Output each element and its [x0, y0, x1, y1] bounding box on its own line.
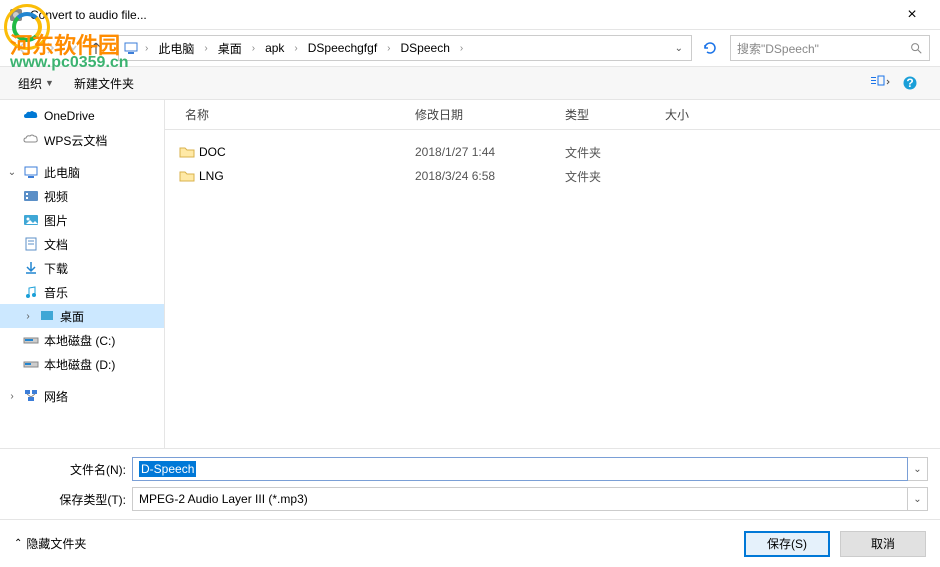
- filename-label: 文件名(N):: [12, 461, 132, 478]
- svg-text:?: ?: [906, 76, 913, 90]
- wps-icon: [22, 132, 40, 148]
- bottom-panel: 文件名(N): D-Speech ⌄ 保存类型(T): MPEG-2 Audio…: [0, 448, 940, 511]
- refresh-button[interactable]: [702, 40, 726, 56]
- sidebar-item-pictures[interactable]: 图片: [0, 208, 164, 232]
- titlebar: Convert to audio file... ×: [0, 0, 940, 30]
- column-type[interactable]: 类型: [565, 106, 665, 123]
- desktop-icon: [38, 308, 56, 324]
- network-icon: [22, 388, 40, 404]
- column-size[interactable]: 大小: [665, 106, 745, 123]
- chevron-up-icon: ⌃: [14, 538, 22, 549]
- pc-icon: [22, 164, 40, 180]
- filetype-dropdown[interactable]: ⌄: [908, 487, 928, 511]
- forward-button[interactable]: [38, 36, 62, 60]
- hide-folders-toggle[interactable]: ⌃ 隐藏文件夹: [14, 535, 86, 552]
- cancel-button[interactable]: 取消: [840, 531, 926, 557]
- app-icon: [8, 7, 24, 23]
- breadcrumb-dropdown[interactable]: ⌄: [671, 43, 687, 54]
- sidebar-item-documents[interactable]: 文档: [0, 232, 164, 256]
- chevron-right-icon[interactable]: ›: [200, 43, 211, 54]
- column-name[interactable]: 名称: [165, 106, 415, 123]
- file-list: 名称 修改日期 类型 大小 DOC 2018/1/27 1:44 文件夹 LNG…: [165, 100, 940, 448]
- content: OneDrive WPS云文档 ⌄ 此电脑 视频 图片 文档 下载: [0, 100, 940, 448]
- back-button[interactable]: [10, 36, 34, 60]
- newfolder-button[interactable]: 新建文件夹: [66, 71, 142, 96]
- chevron-right-icon[interactable]: ›: [22, 311, 34, 322]
- organize-button[interactable]: 组织 ▼: [10, 71, 62, 96]
- column-date[interactable]: 修改日期: [415, 106, 565, 123]
- sidebar-item-diskd[interactable]: 本地磁盘 (D:): [0, 352, 164, 376]
- filetype-select[interactable]: MPEG-2 Audio Layer III (*.mp3): [132, 487, 908, 511]
- save-button[interactable]: 保存(S): [744, 531, 830, 557]
- folder-icon: [179, 168, 199, 184]
- up-button[interactable]: [84, 36, 108, 60]
- filename-row: 文件名(N): D-Speech ⌄: [12, 457, 928, 481]
- help-button[interactable]: ?: [902, 75, 930, 91]
- sidebar-item-video[interactable]: 视频: [0, 184, 164, 208]
- filetype-row: 保存类型(T): MPEG-2 Audio Layer III (*.mp3) …: [12, 487, 928, 511]
- pictures-icon: [22, 212, 40, 228]
- sidebar-item-downloads[interactable]: 下载: [0, 256, 164, 280]
- crumb-desktop[interactable]: 桌面: [214, 38, 246, 59]
- chevron-right-icon[interactable]: ›: [456, 43, 467, 54]
- search-input[interactable]: 搜索"DSpeech": [730, 35, 930, 61]
- sidebar-item-wps[interactable]: WPS云文档: [0, 128, 164, 152]
- disk-icon: [22, 356, 40, 372]
- window-title: Convert to audio file...: [30, 8, 892, 22]
- breadcrumb[interactable]: › 此电脑 › 桌面 › apk › DSpeechgfgf › DSpeech…: [118, 35, 692, 61]
- filetype-label: 保存类型(T):: [12, 491, 132, 508]
- list-item[interactable]: DOC 2018/1/27 1:44 文件夹: [165, 140, 940, 164]
- toolbar: 组织 ▼ 新建文件夹 ?: [0, 66, 940, 100]
- filename-dropdown[interactable]: ⌄: [908, 457, 928, 481]
- search-icon[interactable]: [909, 41, 923, 55]
- crumb-dspeech[interactable]: DSpeech: [397, 39, 454, 57]
- chevron-down-icon[interactable]: ⌄: [6, 167, 18, 178]
- sidebar-item-network[interactable]: › 网络: [0, 384, 164, 408]
- close-icon[interactable]: ×: [892, 6, 932, 24]
- crumb-apk[interactable]: apk: [261, 39, 288, 57]
- recent-dropdown[interactable]: [66, 36, 80, 60]
- sidebar-item-diskc[interactable]: 本地磁盘 (C:): [0, 328, 164, 352]
- list-item[interactable]: LNG 2018/3/24 6:58 文件夹: [165, 164, 940, 188]
- navbar: › 此电脑 › 桌面 › apk › DSpeechgfgf › DSpeech…: [0, 30, 940, 66]
- music-icon: [22, 284, 40, 300]
- search-placeholder: 搜索"DSpeech": [737, 40, 819, 57]
- sidebar-item-desktop[interactable]: › 桌面: [0, 304, 164, 328]
- crumb-pc[interactable]: 此电脑: [154, 38, 198, 59]
- chevron-down-icon: ▼: [45, 78, 54, 88]
- sidebar-item-onedrive[interactable]: OneDrive: [0, 104, 164, 128]
- list-header: 名称 修改日期 类型 大小: [165, 100, 940, 130]
- disk-icon: [22, 332, 40, 348]
- downloads-icon: [22, 260, 40, 276]
- sidebar-item-music[interactable]: 音乐: [0, 280, 164, 304]
- folder-icon: [179, 144, 199, 160]
- chevron-right-icon[interactable]: ›: [290, 43, 301, 54]
- crumb-dspeechgfgf[interactable]: DSpeechgfgf: [304, 39, 381, 57]
- view-button[interactable]: [870, 75, 898, 91]
- onedrive-icon: [22, 108, 40, 124]
- documents-icon: [22, 236, 40, 252]
- chevron-right-icon[interactable]: ›: [383, 43, 394, 54]
- chevron-right-icon[interactable]: ›: [248, 43, 259, 54]
- sidebar-item-thispc[interactable]: ⌄ 此电脑: [0, 160, 164, 184]
- footer: ⌃ 隐藏文件夹 保存(S) 取消: [0, 519, 940, 567]
- pc-icon: [123, 40, 139, 56]
- sidebar: OneDrive WPS云文档 ⌄ 此电脑 视频 图片 文档 下载: [0, 100, 165, 448]
- chevron-right-icon[interactable]: ›: [6, 391, 18, 402]
- video-icon: [22, 188, 40, 204]
- chevron-right-icon[interactable]: ›: [141, 43, 152, 54]
- filename-input[interactable]: D-Speech: [132, 457, 908, 481]
